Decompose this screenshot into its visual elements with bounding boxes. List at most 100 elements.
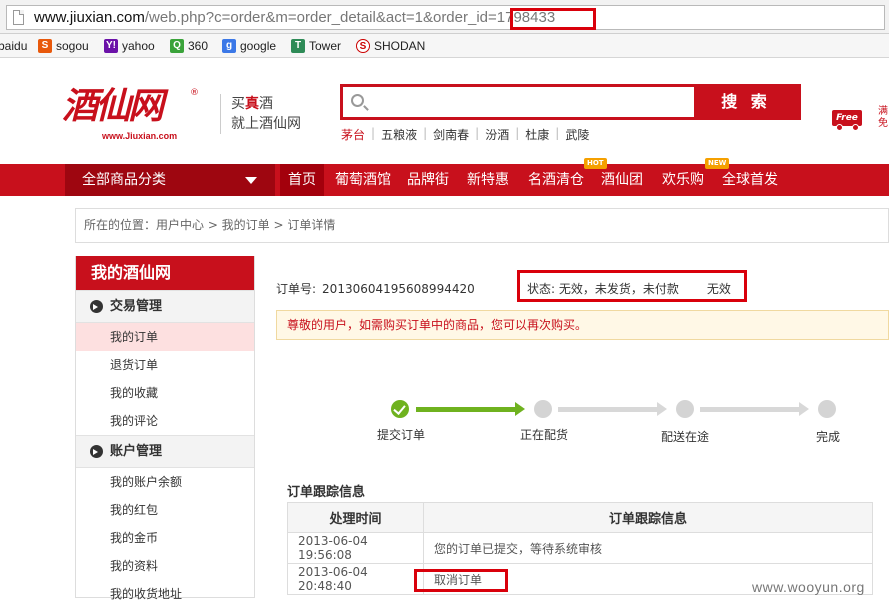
step-done-check-icon xyxy=(391,400,409,418)
sidebar-item-reviews[interactable]: 我的评论 xyxy=(76,407,254,435)
step-label: 配送在途 xyxy=(661,430,710,444)
free-shipping-text: 满免 xyxy=(878,106,888,130)
search-box: 搜 索 xyxy=(340,84,801,120)
top-link-strip xyxy=(465,58,889,65)
hot-keyword[interactable]: 杜康 xyxy=(519,126,555,143)
free-badge: Free xyxy=(832,110,862,126)
watermark: www.wooyun.org xyxy=(752,579,865,595)
nav-special-offers[interactable]: 新特惠 xyxy=(467,164,509,196)
sidebar: 我的酒仙网 交易管理 我的订单 退货订单 我的收藏 我的评论 账户管理 我的账户… xyxy=(75,256,255,601)
url-path: /web.php?c=order&m=order_detail&act=1&or… xyxy=(144,9,497,26)
registered-icon: ® xyxy=(190,88,199,98)
google-icon: g xyxy=(222,39,236,53)
free-text: 满 xyxy=(878,106,888,117)
url-highlight-box xyxy=(510,8,596,30)
bookmark-google[interactable]: g google xyxy=(222,38,276,54)
search-input[interactable] xyxy=(375,89,693,115)
arrow-right-icon xyxy=(515,402,525,416)
browser-address-bar: www.jiuxian.com/web.php?c=order&m=order_… xyxy=(0,0,889,34)
nav-brand-street[interactable]: 品牌街 xyxy=(407,164,449,196)
caret-down-icon xyxy=(245,177,257,184)
all-categories-menu[interactable]: 全部商品分类 xyxy=(65,164,275,196)
sidebar-item-favorites[interactable]: 我的收藏 xyxy=(76,379,254,407)
hot-keyword[interactable]: 武陵 xyxy=(559,126,595,143)
hot-keyword[interactable]: 茅台 xyxy=(341,126,371,143)
progress-bar xyxy=(700,407,800,412)
chevron-circle-icon xyxy=(90,300,103,313)
section-label: 账户管理 xyxy=(110,444,163,459)
url-field[interactable]: www.jiuxian.com/web.php?c=order&m=order_… xyxy=(6,5,885,30)
sidebar-item-balance[interactable]: 我的账户余额 xyxy=(76,468,254,496)
breadcrumb: 所在的位置：用户中心 > 我的订单 > 订单详情 xyxy=(75,208,889,243)
sidebar-section-account: 账户管理 xyxy=(76,435,254,468)
chevron-circle-icon xyxy=(90,445,103,458)
tracking-header-info: 订单跟踪信息 xyxy=(423,502,873,533)
logo-url: www.Jiuxian.com xyxy=(102,131,178,141)
yahoo-icon: Y! xyxy=(104,39,118,53)
nav-clearance[interactable]: 名酒清仓 xyxy=(528,164,584,196)
status-highlight-box xyxy=(517,270,747,302)
bookmark-yahoo[interactable]: Y! yahoo xyxy=(104,38,155,54)
step-dot xyxy=(818,400,836,418)
bookmark-shodan[interactable]: S SHODAN xyxy=(356,38,425,54)
bookmark-tower[interactable]: T Tower xyxy=(291,38,341,54)
arrow-right-icon xyxy=(799,402,809,416)
nav-group-buy[interactable]: 酒仙团 xyxy=(601,164,643,196)
section-label: 交易管理 xyxy=(110,299,163,314)
new-badge: NEW xyxy=(705,158,730,169)
nav-home[interactable]: 首页 xyxy=(280,164,324,196)
order-number: 订单号: 20130604195608994420 xyxy=(276,280,475,297)
free-shipping-truck-icon: Free xyxy=(832,106,872,131)
nav-happy-buy[interactable]: 欢乐购 xyxy=(662,164,704,196)
sidebar-item-returns[interactable]: 退货订单 xyxy=(76,351,254,379)
all-categories-label: 全部商品分类 xyxy=(82,172,166,188)
sidebar-item-profile[interactable]: 我的资料 xyxy=(76,552,254,580)
main-nav: 全部商品分类 首页 葡萄酒馆 品牌街 新特惠 名酒清仓 酒仙团 欢乐购 全球首发… xyxy=(0,158,889,196)
slogan-line2: 就上酒仙网 xyxy=(231,116,301,132)
tower-icon: T xyxy=(291,39,305,53)
bookmarks-bar: baidu Ssogou Y! yahoo Q 360 g google T Tower… xyxy=(0,34,889,58)
bookmark-label: sogou xyxy=(56,39,89,53)
page-icon xyxy=(13,10,24,25)
arrow-right-icon xyxy=(657,402,667,416)
order-number-value: 20130604195608994420 xyxy=(322,282,475,296)
tracking-header-time: 处理时间 xyxy=(287,502,424,533)
slogan-part: 酒 xyxy=(259,96,273,112)
search-button[interactable]: 搜 索 xyxy=(694,87,798,117)
hot-keyword[interactable]: 五粮液 xyxy=(375,126,423,143)
hot-keyword[interactable]: 汾酒 xyxy=(479,126,515,143)
slogan-highlight: 真 xyxy=(245,96,259,112)
step-dot xyxy=(676,400,694,418)
sidebar-item-coins[interactable]: 我的金币 xyxy=(76,524,254,552)
step-label: 正在配货 xyxy=(520,428,569,442)
sogou-icon: S xyxy=(38,39,52,53)
sidebar-item-red-packets[interactable]: 我的红包 xyxy=(76,496,254,524)
sidebar-item-address[interactable]: 我的收货地址 xyxy=(76,580,254,608)
url-text: www.jiuxian.com/web.php?c=order&m=order_… xyxy=(34,9,555,26)
slogan-part: 买 xyxy=(231,96,245,112)
repurchase-notice: 尊敬的用户，如需购买订单中的商品，您可以再次购买。 xyxy=(276,310,889,340)
shodan-icon: S xyxy=(356,39,370,53)
tracking-info: 您的订单已提交，等待系统审核 xyxy=(423,532,873,564)
hot-badge: HOT xyxy=(584,158,607,169)
bookmark-baidu[interactable]: baidu xyxy=(0,38,27,54)
sidebar-item-my-orders[interactable]: 我的订单 xyxy=(76,323,254,351)
360-icon: Q xyxy=(170,39,184,53)
nav-wine-hall[interactable]: 葡萄酒馆 xyxy=(335,164,391,196)
nav-global-launch[interactable]: 全球首发 xyxy=(722,164,778,196)
step-label: 完成 xyxy=(816,430,841,444)
step-label: 提交订单 xyxy=(377,428,426,442)
hot-keyword[interactable]: 剑南春 xyxy=(427,126,475,143)
slogan: 买真酒 就上酒仙网 xyxy=(220,94,301,134)
bookmark-360[interactable]: Q 360 xyxy=(170,38,208,54)
bookmark-label: yahoo xyxy=(122,39,155,53)
bookmark-label: Tower xyxy=(309,39,342,53)
url-host: www.jiuxian.com xyxy=(34,9,145,26)
bookmark-sogou[interactable]: Ssogou xyxy=(38,38,89,54)
hot-keywords: 茅台 | 五粮液 | 剑南春 | 汾酒 | 杜康 | 武陵 xyxy=(341,126,595,143)
sidebar-title: 我的酒仙网 xyxy=(76,256,254,290)
cancel-highlight-box xyxy=(414,569,508,592)
sidebar-section-trade: 交易管理 xyxy=(76,290,254,323)
site-logo[interactable]: 酒仙网 ® www.Jiuxian.com xyxy=(62,86,222,144)
tracking-title: 订单跟踪信息 xyxy=(287,485,366,500)
